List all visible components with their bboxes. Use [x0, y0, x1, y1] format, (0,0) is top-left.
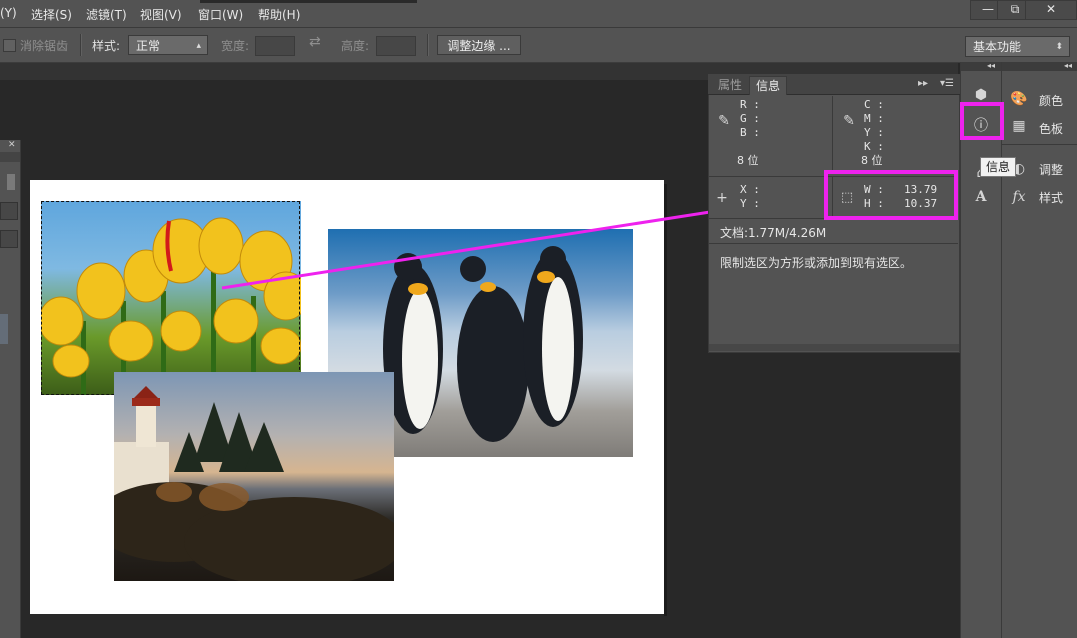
dock-label-styles[interactable]: 样式	[1039, 189, 1063, 206]
rgb-bit-depth: 8 位	[737, 154, 759, 167]
divider	[832, 96, 833, 174]
rgb-readout: R : G : B :	[740, 98, 760, 139]
tab-info[interactable]: 信息	[749, 76, 788, 95]
dock-icon-column: ◂◂ ⬢ ⓘ ⌂ A	[960, 61, 1001, 638]
crosshair-icon: +	[716, 190, 728, 206]
eyedropper-icon[interactable]: ✎	[840, 112, 858, 130]
grid-icon[interactable]: ▦	[1008, 115, 1030, 137]
dock-label-swatches[interactable]: 色板	[1039, 120, 1063, 137]
eyedropper-icon[interactable]: ✎	[715, 112, 733, 130]
palette-icon[interactable]: 🎨	[1008, 88, 1030, 110]
dock-collapse-icon[interactable]: ◂◂	[987, 61, 995, 70]
divider	[709, 243, 958, 244]
dock-label-adjustments[interactable]: 调整	[1039, 161, 1063, 178]
tab-properties[interactable]: 属性	[712, 76, 748, 94]
dock-collapse-icon[interactable]: ◂◂	[1064, 61, 1072, 70]
dock-label-color[interactable]: 颜色	[1039, 92, 1063, 109]
tool-hint: 限制选区为方形或添加到现有选区。	[720, 256, 913, 270]
info-tooltip: 信息	[980, 157, 1016, 177]
divider	[1002, 144, 1077, 145]
xy-readout: X : Y :	[740, 183, 760, 210]
cmyk-readout: C : M : Y : K :	[864, 98, 884, 153]
info-icon-highlight	[960, 102, 1004, 140]
panel-resize-handle[interactable]	[709, 344, 959, 351]
document-size: 文档:1.77M/4.26M	[720, 226, 827, 240]
dock-panel-column: ◂◂ 🎨 颜色 ▦ 色板 ◐ 调整 fx 样式	[1001, 61, 1077, 638]
wh-highlight-box	[824, 170, 958, 220]
character-icon[interactable]: A	[970, 186, 992, 208]
panel-menu-icon[interactable]: ▾☰	[940, 78, 954, 89]
panel-collapse-icon[interactable]: ▸▸	[918, 78, 928, 89]
fx-icon[interactable]: fx	[1008, 186, 1030, 208]
cmyk-bit-depth: 8 位	[861, 154, 883, 167]
